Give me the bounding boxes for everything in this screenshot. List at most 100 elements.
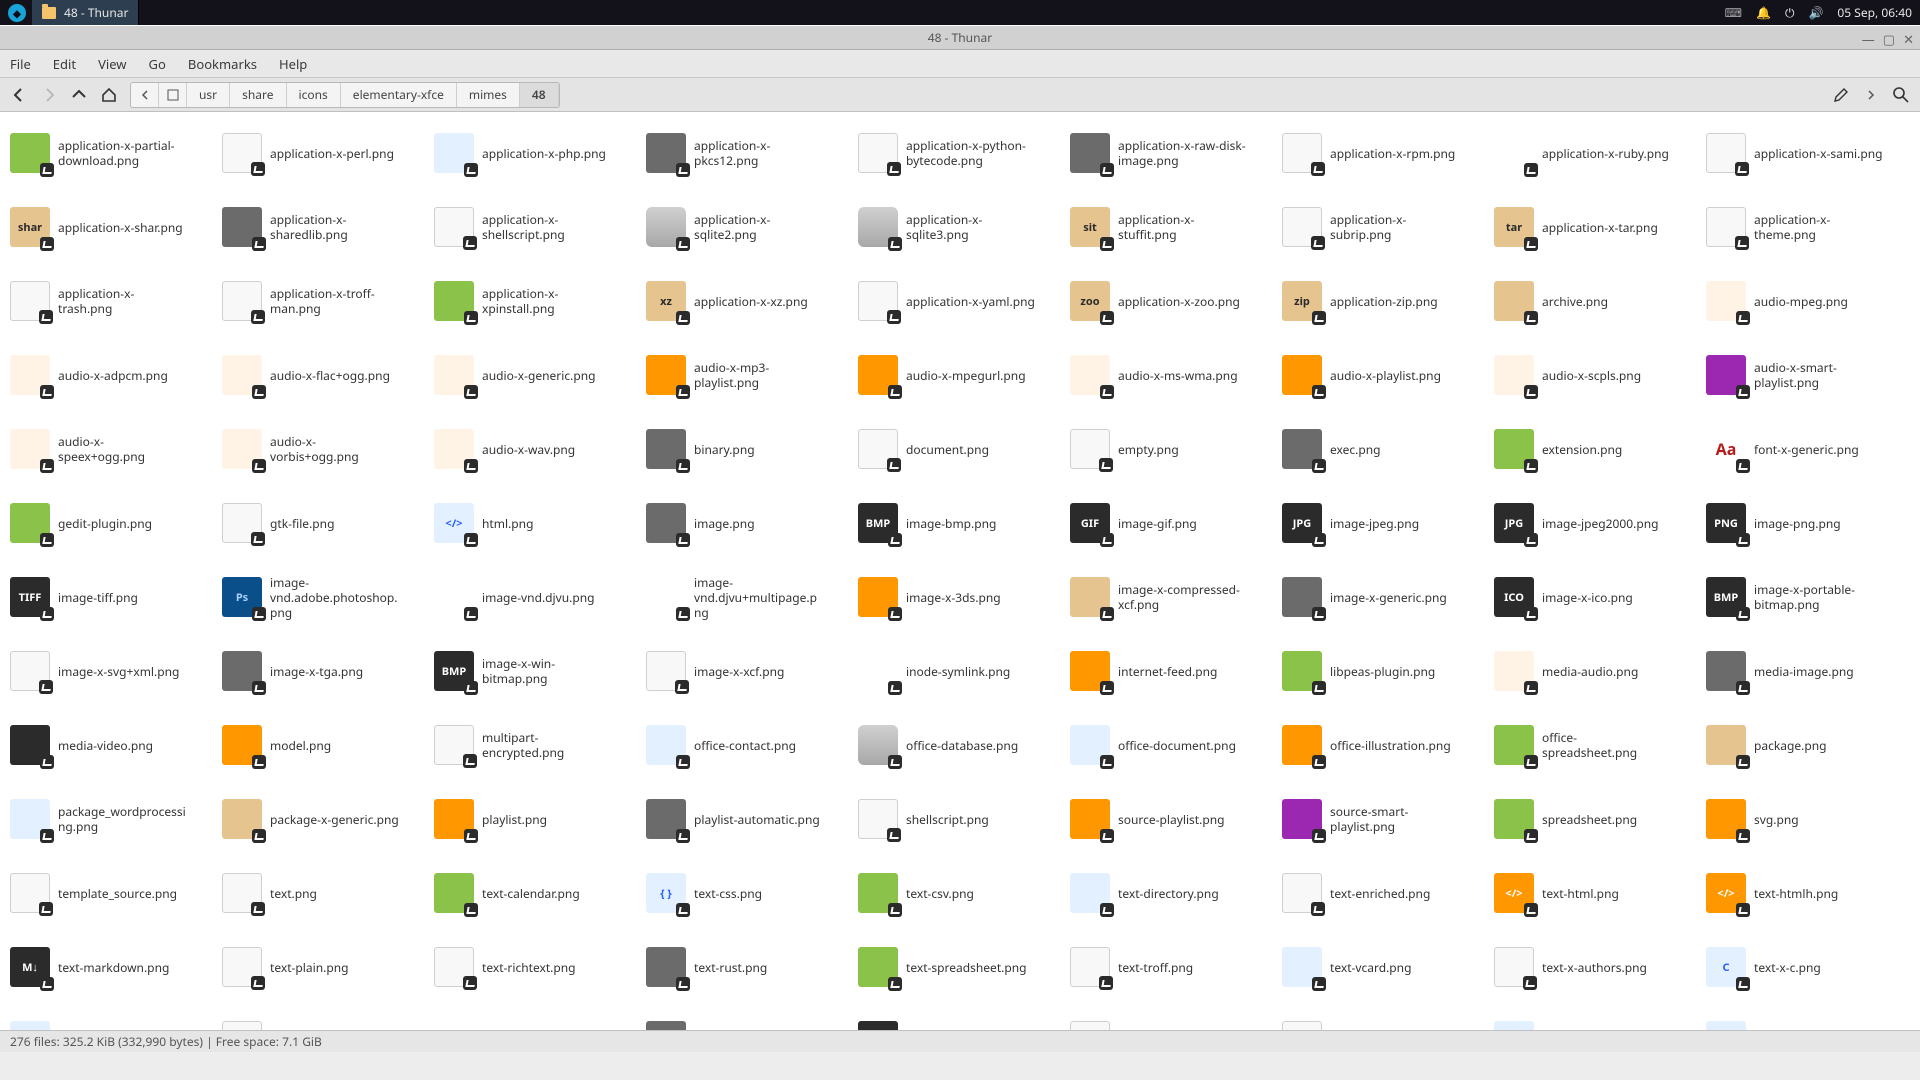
file-item[interactable]: svg.png [1706, 792, 1910, 846]
file-item[interactable]: BMPimage-bmp.png [858, 496, 1062, 550]
file-item[interactable]: audio-x-generic.png [434, 348, 638, 402]
file-item[interactable]: audio-x-playlist.png [1282, 348, 1486, 402]
file-item[interactable]: image-x-xcf.png [646, 644, 850, 698]
file-item[interactable]: xzapplication-x-xz.png [646, 274, 850, 328]
file-item[interactable]: sharapplication-x-shar.png [10, 200, 214, 254]
file-item[interactable]: source-smart-playlist.png [1282, 792, 1486, 846]
file-item[interactable]: audio-x-ms-wma.png [1070, 348, 1274, 402]
file-item[interactable]: text-spreadsheet.png [858, 940, 1062, 994]
path-seg-mimes[interactable]: mimes [457, 83, 520, 107]
file-item[interactable]: application-x-sharedlib.png [222, 200, 426, 254]
file-item[interactable]: text-x-authors.png [1494, 940, 1698, 994]
file-item[interactable]: source-playlist.png [1070, 792, 1274, 846]
file-item[interactable]: libpeas-plugin.png [1282, 644, 1486, 698]
path-seg-48[interactable]: 48 [520, 83, 559, 107]
file-item[interactable]: image-x-generic.png [1282, 570, 1486, 624]
file-item[interactable]: office-document.png [1070, 718, 1274, 772]
taskbar-item-thunar[interactable]: 48 - Thunar [32, 0, 139, 25]
path-root-button[interactable] [159, 83, 187, 107]
file-item[interactable]: playlist.png [434, 792, 638, 846]
file-item[interactable]: text-directory.png [1070, 866, 1274, 920]
file-item[interactable]: template_source.png [10, 866, 214, 920]
file-item[interactable]: image-x-3ds.png [858, 570, 1062, 624]
window-minimize-icon[interactable]: — [1862, 30, 1875, 48]
file-item[interactable]: gtk-file.png [222, 496, 426, 550]
menu-go[interactable]: Go [149, 55, 166, 73]
file-item[interactable]: </>text-html.png [1494, 866, 1698, 920]
file-item[interactable]: application-x-raw-disk-image.png [1070, 126, 1274, 180]
path-seg-usr[interactable]: usr [187, 83, 230, 107]
file-item[interactable]: audio-x-flac+ogg.png [222, 348, 426, 402]
file-item[interactable]: media-video.png [10, 718, 214, 772]
file-item[interactable]: application-x-pkcs12.png [646, 126, 850, 180]
file-item[interactable]: Psimage-vnd.adobe.photoshop.png [222, 570, 426, 624]
path-prev-button[interactable] [131, 83, 159, 107]
file-item[interactable]: office-contact.png [646, 718, 850, 772]
file-item[interactable]: application-x-rpm.png [1282, 126, 1486, 180]
file-item[interactable]: media-image.png [1706, 644, 1910, 698]
file-item[interactable]: application-x-ruby.png [1494, 126, 1698, 180]
file-item[interactable]: binary.png [646, 422, 850, 476]
file-item[interactable]: </>html.png [434, 496, 638, 550]
file-item[interactable]: internet-feed.png [1070, 644, 1274, 698]
file-item[interactable]: audio-x-wav.png [434, 422, 638, 476]
clock[interactable]: 05 Sep, 06:40 [1837, 4, 1912, 21]
keyboard-layout-icon[interactable]: ⌨ [1725, 4, 1742, 21]
file-item[interactable]: { }text-css.png [646, 866, 850, 920]
menu-edit[interactable]: Edit [53, 55, 76, 73]
file-item[interactable]: application-x-troff-man.png [222, 274, 426, 328]
file-item[interactable]: archive.png [1494, 274, 1698, 328]
file-item[interactable]: application-x-xpinstall.png [434, 274, 638, 328]
file-item[interactable]: audio-x-adpcm.png [10, 348, 214, 402]
file-item[interactable]: application-x-yaml.png [858, 274, 1062, 328]
file-item[interactable]: image-x-compressed-xcf.png [1070, 570, 1274, 624]
file-item[interactable]: audio-x-smart-playlist.png [1706, 348, 1910, 402]
file-item[interactable]: text-calendar.png [434, 866, 638, 920]
file-item[interactable]: model.png [222, 718, 426, 772]
menu-file[interactable]: File [10, 55, 31, 73]
file-item[interactable]: shellscript.png [858, 792, 1062, 846]
file-item[interactable]: BMPimage-x-win-bitmap.png [434, 644, 638, 698]
path-seg-icons[interactable]: icons [287, 83, 341, 107]
file-item[interactable]: text-vcard.png [1282, 940, 1486, 994]
file-item[interactable]: application-x-shellscript.png [434, 200, 638, 254]
file-item[interactable]: image-vnd.djvu.png [434, 570, 638, 624]
nav-home-button[interactable] [96, 82, 122, 108]
file-item[interactable]: JPGimage-jpeg2000.png [1494, 496, 1698, 550]
file-item[interactable]: audio-x-mpegurl.png [858, 348, 1062, 402]
file-item[interactable]: zipapplication-zip.png [1282, 274, 1486, 328]
menu-help[interactable]: Help [279, 55, 307, 73]
path-seg-share[interactable]: share [230, 83, 286, 107]
whisker-menu-icon[interactable]: ◆ [8, 4, 26, 22]
file-item[interactable]: spreadsheet.png [1494, 792, 1698, 846]
file-item[interactable]: </>text-htmlh.png [1706, 866, 1910, 920]
file-item[interactable]: extension.png [1494, 422, 1698, 476]
file-item[interactable]: text-csv.png [858, 866, 1062, 920]
menu-view[interactable]: View [98, 55, 126, 73]
file-item[interactable]: document.png [858, 422, 1062, 476]
file-item[interactable]: text-rust.png [646, 940, 850, 994]
file-item[interactable]: text-troff.png [1070, 940, 1274, 994]
path-seg-elementary-xfce[interactable]: elementary-xfce [341, 83, 457, 107]
power-icon[interactable]: ⏻ [1785, 4, 1795, 21]
file-item[interactable]: text.png [222, 866, 426, 920]
window-maximize-icon[interactable]: ▢ [1883, 30, 1895, 48]
file-item[interactable]: audio-x-speex+ogg.png [10, 422, 214, 476]
file-item[interactable]: zooapplication-x-zoo.png [1070, 274, 1274, 328]
file-item[interactable]: audio-x-mp3-playlist.png [646, 348, 850, 402]
edit-path-button[interactable] [1828, 82, 1854, 108]
file-item[interactable]: TIFFimage-tiff.png [10, 570, 214, 624]
file-item[interactable]: ICOimage-x-ico.png [1494, 570, 1698, 624]
file-item[interactable]: application-x-subrip.png [1282, 200, 1486, 254]
file-item[interactable]: image.png [646, 496, 850, 550]
search-button[interactable] [1888, 82, 1914, 108]
file-item[interactable]: text-richtext.png [434, 940, 638, 994]
file-item[interactable]: audio-x-vorbis+ogg.png [222, 422, 426, 476]
nav-back-button[interactable] [6, 82, 32, 108]
nav-up-button[interactable] [66, 82, 92, 108]
file-item[interactable]: BMPimage-x-portable-bitmap.png [1706, 570, 1910, 624]
icon-view[interactable]: application-x-partial-download.pngapplic… [0, 112, 1920, 1052]
file-item[interactable]: sitapplication-x-stuffit.png [1070, 200, 1274, 254]
file-item[interactable]: application-x-python-bytecode.png [858, 126, 1062, 180]
file-item[interactable]: inode-symlink.png [858, 644, 1062, 698]
